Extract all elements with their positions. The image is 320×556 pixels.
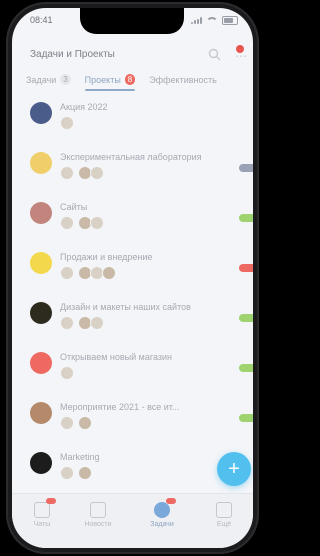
project-title: Мероприятие 2021 - все ит...	[60, 402, 180, 412]
signal-icon	[191, 17, 202, 24]
nav-more-icon	[216, 502, 232, 518]
project-avatar	[30, 152, 52, 174]
project-row[interactable]: Продажи и внедрение	[12, 248, 253, 298]
project-members	[60, 266, 116, 280]
member-avatar	[78, 416, 92, 430]
project-title: Продажи и внедрение	[60, 252, 153, 262]
project-title: Открываем новый магазин	[60, 352, 172, 362]
member-avatar	[90, 166, 104, 180]
bottom-nav: Чаты Новости Задачи Ещё	[12, 493, 253, 548]
nav-tasks-icon	[154, 502, 170, 518]
member-avatar	[60, 466, 74, 480]
nav-label: Новости	[84, 521, 112, 528]
project-members	[60, 366, 74, 380]
plus-icon: +	[228, 458, 240, 480]
project-row[interactable]: Акция 2022	[12, 98, 253, 148]
more-icon[interactable]: ⋯	[235, 50, 247, 62]
project-avatar	[30, 252, 52, 274]
project-members	[60, 416, 92, 430]
tab-count: 3	[60, 74, 71, 85]
status-indicator	[239, 214, 253, 222]
project-members	[60, 316, 104, 330]
phone-screen: 08:41 Задачи и Проекты ⋯ Задачи 3 Проект…	[12, 8, 253, 548]
nav-tasks[interactable]: Задачи	[140, 498, 184, 528]
member-avatar	[102, 266, 116, 280]
project-row[interactable]: Открываем новый магазин	[12, 348, 253, 398]
member-avatar	[60, 216, 74, 230]
project-title: Экспериментальная лаборатория	[60, 152, 202, 162]
member-avatar	[60, 366, 74, 380]
project-list: Акция 2022 Экспериментальная лаборатория С…	[12, 98, 253, 498]
member-avatar	[60, 116, 74, 130]
tab-efficiency[interactable]: Эффективность	[149, 75, 217, 88]
tab-tasks[interactable]: Задачи 3	[26, 74, 71, 88]
member-avatar	[60, 316, 74, 330]
project-avatar	[30, 302, 52, 324]
nav-chats[interactable]: Чаты	[20, 498, 64, 528]
nav-badge	[166, 498, 176, 504]
tab-count: 8	[124, 74, 136, 85]
tabs: Задачи 3 Проекты 8 Эффективность	[26, 70, 253, 92]
wifi-icon	[206, 16, 218, 25]
nav-chats-icon	[34, 502, 50, 518]
project-row[interactable]: Мероприятие 2021 - все ит...	[12, 398, 253, 448]
member-avatar	[60, 416, 74, 430]
tab-label: Эффективность	[149, 74, 217, 85]
project-avatar	[30, 402, 52, 424]
status-indicator	[239, 414, 253, 422]
status-indicator	[239, 164, 253, 172]
nav-label: Чаты	[33, 521, 51, 528]
header: Задачи и Проекты ⋯	[12, 44, 253, 66]
nav-news-icon	[90, 502, 106, 518]
nav-label: Задачи	[150, 521, 174, 528]
battery-icon	[222, 16, 238, 25]
project-members	[60, 466, 92, 480]
camera-notch	[80, 8, 184, 34]
project-row[interactable]: Сайты	[12, 198, 253, 248]
project-row[interactable]: Экспериментальная лаборатория	[12, 148, 253, 198]
page-title: Задачи и Проекты	[30, 49, 115, 60]
project-members	[60, 166, 104, 180]
project-title: Сайты	[60, 202, 88, 212]
project-avatar	[30, 452, 52, 474]
nav-badge	[46, 498, 56, 504]
search-icon[interactable]	[208, 48, 221, 61]
status-time: 08:41	[30, 15, 53, 25]
project-avatar	[30, 102, 52, 124]
project-members	[60, 116, 74, 130]
status-indicator	[239, 314, 253, 322]
member-avatar	[90, 216, 104, 230]
project-avatar	[30, 202, 52, 224]
nav-label: Ещё	[216, 521, 232, 528]
tab-label: Проекты	[84, 74, 121, 85]
member-avatar	[60, 166, 74, 180]
tab-label: Задачи	[26, 74, 57, 85]
project-title: Акция 2022	[60, 102, 108, 112]
project-row[interactable]: Дизайн и макеты наших сайтов	[12, 298, 253, 348]
status-indicator	[239, 364, 253, 372]
status-indicator	[239, 264, 253, 272]
project-title: Дизайн и макеты наших сайтов	[60, 302, 191, 312]
nav-more[interactable]: Ещё	[202, 502, 246, 528]
project-avatar	[30, 352, 52, 374]
member-avatar	[60, 266, 74, 280]
add-button[interactable]: +	[217, 452, 251, 486]
tab-projects[interactable]: Проекты 8	[84, 74, 136, 91]
nav-news[interactable]: Новости	[76, 502, 120, 528]
project-members	[60, 216, 104, 230]
status-icons	[191, 16, 238, 25]
member-avatar	[90, 316, 104, 330]
project-title: Marketing	[60, 452, 100, 462]
member-avatar	[78, 466, 92, 480]
